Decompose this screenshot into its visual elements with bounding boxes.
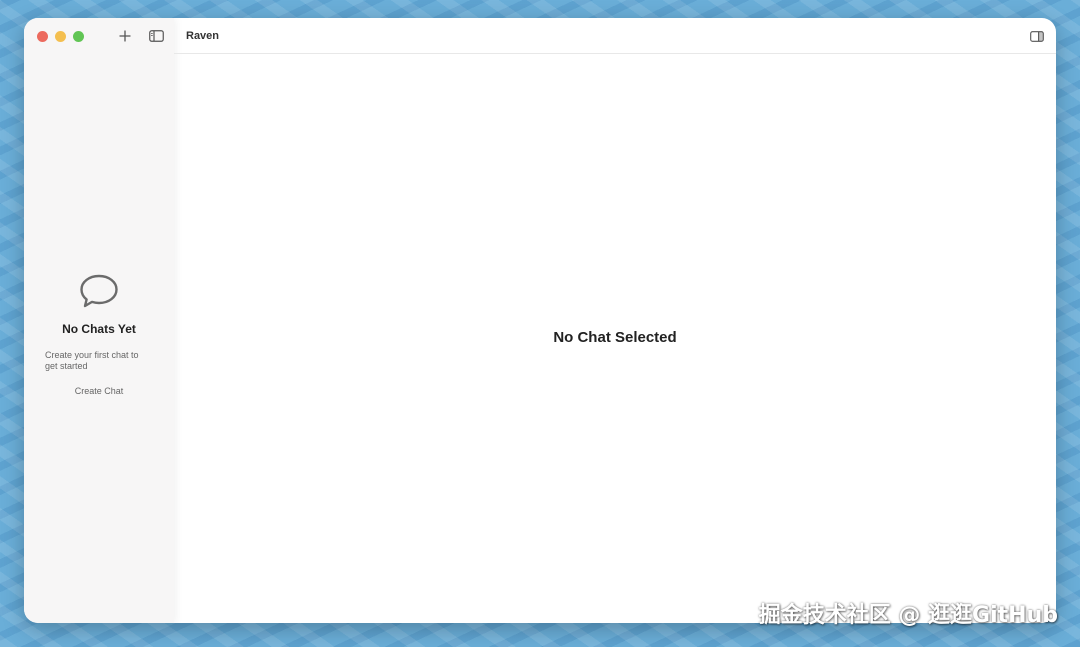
toggle-sidebar-button[interactable] <box>146 27 166 45</box>
main-panel: Raven No Chat Selected <box>174 18 1056 623</box>
plus-icon <box>119 30 131 42</box>
empty-state-description: Create your first chat to get started <box>45 350 139 371</box>
sidebar: No Chats Yet Create your first chat to g… <box>24 18 174 623</box>
chat-bubble-icon <box>80 274 118 308</box>
new-chat-button[interactable] <box>115 27 135 45</box>
toggle-inspector-button[interactable] <box>1028 27 1046 45</box>
empty-state-title: No Chats Yet <box>62 322 136 336</box>
close-window-button[interactable] <box>37 31 48 42</box>
sidebar-empty-state: No Chats Yet Create your first chat to g… <box>24 273 174 396</box>
title-bar: Raven <box>174 18 1056 54</box>
watermark-text: 掘金技术社区 @ 逛逛GitHub <box>758 603 1058 628</box>
no-chat-selected-message: No Chat Selected <box>553 329 677 346</box>
app-title: Raven <box>186 30 220 42</box>
zoom-window-button[interactable] <box>73 31 84 42</box>
create-chat-button[interactable]: Create Chat <box>24 386 174 396</box>
sidebar-toggle-icon <box>148 30 164 42</box>
window-controls <box>37 31 84 42</box>
app-window: No Chats Yet Create your first chat to g… <box>24 18 1056 623</box>
minimize-window-button[interactable] <box>55 31 66 42</box>
right-panel-toggle-icon <box>1030 30 1044 42</box>
